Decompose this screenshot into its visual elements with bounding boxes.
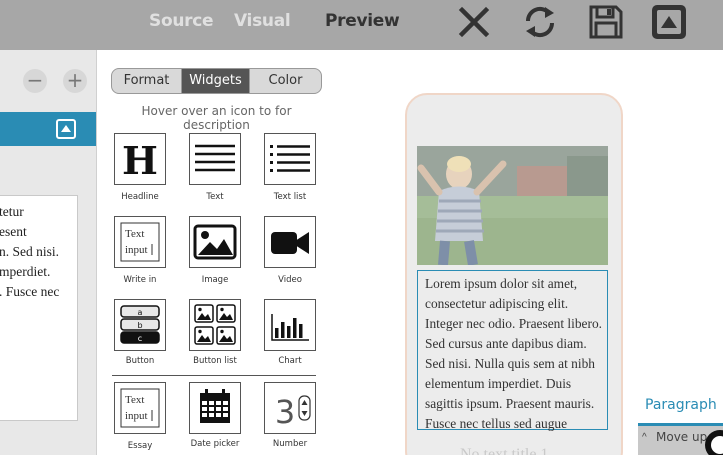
widget-image[interactable]	[189, 216, 241, 268]
essay-sample-input: input	[125, 410, 148, 422]
widget-label: Video	[278, 275, 302, 285]
paragraph-line: Fusce nec tellus sed augue	[425, 416, 568, 431]
widget-text-list[interactable]	[264, 133, 316, 185]
essay-sample-text: Text	[125, 394, 144, 406]
widget-label: Text	[206, 192, 224, 202]
paragraph-line: consectetur adipiscing elit.	[425, 296, 569, 311]
button-list-icon	[194, 304, 236, 345]
widget-write-in[interactable]: Text input	[114, 216, 166, 268]
preview-image[interactable]	[417, 146, 608, 265]
outline-panel: − + tetur esent n. Sed nisi. mperdiet. .…	[0, 50, 97, 455]
widget-divider	[112, 375, 316, 376]
widget-number[interactable]: 3	[264, 382, 316, 434]
caret-up-icon: ^	[642, 432, 647, 443]
paragraph-line: Integer nec odio. Praesent libero.	[425, 316, 602, 331]
paragraph-line: Sed nisi. Nulla quis sem at nibh	[425, 356, 595, 371]
widget-label: Date picker	[190, 439, 240, 449]
widget-label: Text list	[273, 192, 307, 202]
paragraph-line: Lorem ipsum dolor sit amet,	[425, 276, 578, 291]
close-icon[interactable]	[455, 3, 493, 41]
button-sample-c: c	[138, 334, 142, 343]
button-icon: a b c	[120, 305, 160, 344]
tab-preview[interactable]: Preview	[325, 11, 400, 31]
segment-widgets[interactable]: Widgets	[182, 69, 250, 93]
write-in-icon: Text input	[120, 222, 160, 262]
number-icon: 3	[275, 393, 311, 431]
refresh-icon[interactable]	[521, 3, 559, 41]
outline-text-line: n. Sed nisi.	[0, 244, 60, 259]
text-icon	[195, 144, 235, 172]
panel-segmented-control: Format Widgets Color	[111, 68, 322, 94]
text-list-icon	[270, 145, 310, 172]
selected-paragraph[interactable]: Lorem ipsum dolor sit amet, consectetur …	[417, 270, 608, 431]
widget-chart[interactable]	[264, 299, 316, 351]
paragraph-tab[interactable]: Paragraph	[645, 397, 717, 413]
outline-text-line: . Fusce nec	[0, 284, 60, 299]
image-icon	[193, 224, 237, 260]
segment-color[interactable]: Color	[250, 69, 321, 93]
selected-outline-row[interactable]	[0, 112, 96, 146]
paragraph-line: sagittis ipsum. Praesent mauris.	[425, 396, 595, 411]
paragraph-line: elementum imperdiet. Duis	[425, 376, 572, 391]
date-picker-icon	[200, 389, 230, 423]
segment-format[interactable]: Format	[112, 69, 182, 93]
widget-headline[interactable]: H	[114, 133, 166, 185]
widget-button-list[interactable]	[189, 299, 241, 351]
outline-text-preview[interactable]: tetur esent n. Sed nisi. mperdiet. . Fus…	[0, 195, 78, 421]
tab-visual[interactable]: Visual	[234, 11, 291, 31]
tab-source[interactable]: Source	[149, 11, 214, 31]
widget-date-picker[interactable]	[189, 382, 241, 434]
widget-label: Number	[272, 439, 308, 449]
zoom-in-button[interactable]: +	[63, 69, 87, 93]
button-sample-a: a	[138, 308, 143, 317]
app-root: Source Visual Preview − + tetur esent n.…	[0, 0, 723, 455]
outline-text-line: esent	[0, 224, 27, 239]
widget-button[interactable]: a b c	[114, 299, 166, 351]
outline-text-line: tetur	[0, 204, 24, 219]
paragraph-line: Sed cursus ante dapibus diam.	[425, 336, 587, 351]
save-icon[interactable]	[587, 3, 625, 41]
collapse-icon[interactable]	[56, 119, 76, 139]
outline-text-line: mperdiet.	[0, 264, 51, 279]
child-photo	[417, 146, 608, 265]
faded-heading: No text title 1	[460, 446, 549, 455]
zoom-out-button[interactable]: −	[23, 69, 47, 93]
widget-label: Headline	[121, 192, 159, 202]
collapse-up-icon[interactable]	[650, 3, 688, 41]
widget-text[interactable]	[189, 133, 241, 185]
svg-text:H: H	[122, 138, 158, 183]
widget-label: Write in	[123, 275, 157, 285]
headline-icon: H	[122, 138, 158, 183]
widget-label: Chart	[278, 356, 302, 366]
move-up-button[interactable]: Move up	[656, 430, 707, 444]
write-in-sample-text: Text	[125, 228, 144, 240]
write-in-sample-input: input	[125, 244, 148, 256]
essay-icon: Text input	[120, 388, 160, 428]
chart-icon	[271, 314, 309, 341]
widget-hint: Hover over an icon to for description	[141, 104, 292, 132]
context-handle-center	[711, 436, 723, 454]
widget-label: Essay	[127, 441, 153, 451]
widget-essay[interactable]: Text input	[114, 382, 166, 434]
number-sample: 3	[275, 393, 295, 431]
widget-label: Image	[201, 275, 229, 285]
top-toolbar: Source Visual Preview	[0, 0, 723, 50]
widget-label: Button	[125, 356, 155, 366]
widget-label: Button list	[193, 356, 237, 366]
button-sample-b: b	[137, 321, 142, 330]
video-icon	[271, 232, 309, 254]
widget-video[interactable]	[264, 216, 316, 268]
